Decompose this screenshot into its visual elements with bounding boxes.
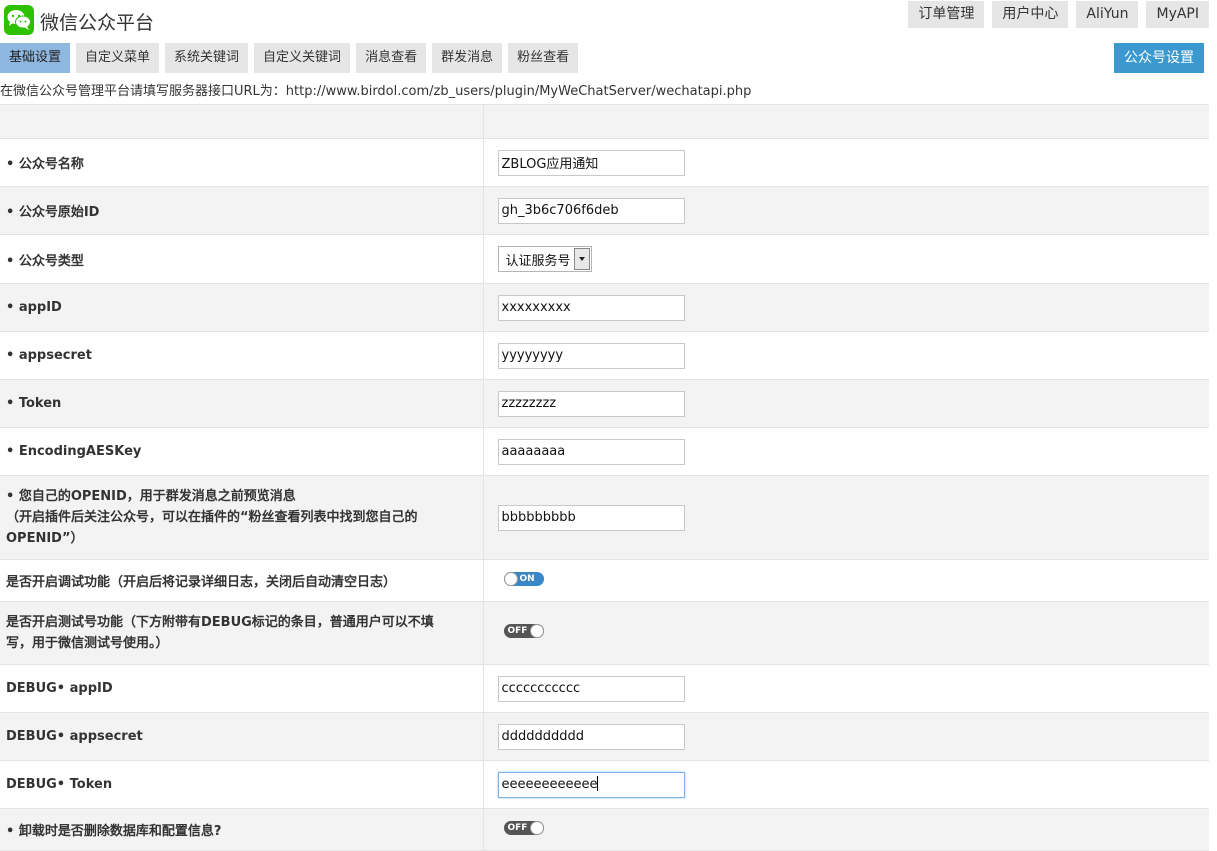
- uninstall-delete-state: OFF: [507, 822, 528, 833]
- tab-system-keywords[interactable]: 系统关键词: [165, 43, 249, 73]
- token-input[interactable]: [497, 390, 685, 417]
- form-row-openid: • 您自己的OPENID，用于群发消息之前预览消息 （开启插件后关注公众号，可以…: [0, 475, 1209, 560]
- tab-basic-settings[interactable]: 基础设置: [0, 43, 71, 73]
- debug-mode-state: OFF: [507, 626, 528, 636]
- debug-app-secret-input[interactable]: [497, 723, 685, 750]
- form-header-label-cell: [0, 104, 484, 139]
- chevron-down-icon[interactable]: [573, 248, 590, 270]
- account-name-input[interactable]: [497, 149, 685, 176]
- toggle-knob: [503, 571, 518, 586]
- header: 微信公众平台 订单管理 用户中心 AliYun MyAPI: [0, 0, 1217, 42]
- server-url-note: 在微信公众号管理平台请填写服务器接口URL为：http://www.birdol…: [0, 84, 752, 99]
- text-caret: [597, 775, 599, 791]
- tab-custom-keywords[interactable]: 自定义关键词: [254, 43, 351, 73]
- settings-form: • 公众号名称 • 公众号原始ID • 公众号类型 认证服务号 • appID …: [0, 104, 1209, 851]
- account-name-label: • 公众号名称: [0, 138, 484, 187]
- account-type-select[interactable]: 认证服务号: [497, 246, 592, 272]
- form-row-original-id: • 公众号原始ID: [0, 186, 1209, 235]
- debug-token-label: DEBUG• Token: [0, 760, 484, 809]
- debug-app-secret-label: DEBUG• appsecret: [0, 712, 484, 761]
- debug-log-toggle[interactable]: ON: [503, 571, 544, 586]
- original-id-input[interactable]: [497, 197, 685, 224]
- form-row-uninstall-delete: • 卸载时是否删除数据库和配置信息? OFF: [0, 808, 1209, 851]
- tab-bar: 基础设置 自定义菜单 系统关键词 自定义关键词 消息查看 群发消息 粉丝查看: [0, 43, 579, 73]
- debug-log-state: ON: [519, 573, 535, 584]
- aes-key-label: • EncodingAESKey: [0, 427, 484, 476]
- form-row-app-id: • appID: [0, 283, 1209, 332]
- top-nav: 订单管理 用户中心 AliYun MyAPI: [908, 1, 1209, 28]
- app-secret-input[interactable]: [497, 342, 685, 369]
- form-row-debug-log: 是否开启调试功能（开启后将记录详细日志，关闭后自动清空日志） ON: [0, 559, 1209, 602]
- original-id-label: • 公众号原始ID: [0, 186, 484, 235]
- form-header-row: [0, 104, 1209, 139]
- app-id-input[interactable]: [497, 294, 685, 321]
- openid-label-line2: （开启插件后关注公众号，可以在插件的“粉丝查看列表中找到您自己的: [6, 510, 418, 525]
- aes-key-input[interactable]: [497, 438, 685, 465]
- form-row-aes-key: • EncodingAESKey: [0, 427, 1209, 476]
- debug-mode-label-line2: 写，用于微信测试号使用。）: [6, 636, 169, 651]
- debug-app-id-input[interactable]: [497, 675, 685, 702]
- uninstall-delete-label: • 卸载时是否删除数据库和配置信息?: [0, 808, 484, 851]
- openid-label-line1: • 您自己的OPENID，用于群发消息之前预览消息: [6, 489, 296, 504]
- account-type-label: • 公众号类型: [0, 234, 484, 284]
- form-row-account-type: • 公众号类型 认证服务号: [0, 234, 1209, 284]
- openid-input[interactable]: [497, 504, 685, 531]
- uninstall-delete-toggle[interactable]: OFF: [503, 820, 544, 835]
- form-row-debug-app-id: DEBUG• appID: [0, 664, 1209, 713]
- tab-mass-message[interactable]: 群发消息: [432, 43, 503, 73]
- form-row-debug-token: DEBUG• Token eeeeeeeeeeee: [0, 760, 1209, 809]
- account-settings-button[interactable]: 公众号设置: [1114, 43, 1204, 73]
- debug-mode-label: 是否开启测试号功能（下方附带有DEBUG标记的条目，普通用户可以不填 写，用于微…: [0, 601, 484, 665]
- tab-followers[interactable]: 粉丝查看: [508, 43, 579, 73]
- top-nav-aliyun[interactable]: AliYun: [1076, 1, 1139, 28]
- debug-token-value: eeeeeeeeeeee: [501, 776, 598, 792]
- account-type-selected: 认证服务号: [505, 253, 571, 269]
- app-secret-label: • appsecret: [0, 331, 484, 380]
- form-row-debug-mode: 是否开启测试号功能（下方附带有DEBUG标记的条目，普通用户可以不填 写，用于微…: [0, 601, 1209, 665]
- form-header-value-cell: [483, 104, 1209, 139]
- openid-label-line3: OPENID”）: [6, 531, 84, 546]
- top-nav-myapi[interactable]: MyAPI: [1146, 1, 1209, 28]
- tab-custom-menu[interactable]: 自定义菜单: [76, 43, 160, 73]
- app-id-label: • appID: [0, 283, 484, 332]
- debug-app-id-label: DEBUG• appID: [0, 664, 484, 713]
- top-nav-user-center[interactable]: 用户中心: [992, 1, 1069, 28]
- app-title: 微信公众平台: [40, 12, 155, 34]
- form-row-debug-app-secret: DEBUG• appsecret: [0, 712, 1209, 761]
- debug-token-input[interactable]: eeeeeeeeeeee: [497, 771, 685, 798]
- wechat-logo-icon: [4, 5, 34, 35]
- debug-log-label: 是否开启调试功能（开启后将记录详细日志，关闭后自动清空日志）: [0, 559, 484, 602]
- toggle-knob: [529, 820, 544, 835]
- top-nav-orders[interactable]: 订单管理: [908, 1, 985, 28]
- form-row-app-secret: • appsecret: [0, 331, 1209, 380]
- debug-mode-label-line1: 是否开启测试号功能（下方附带有DEBUG标记的条目，普通用户可以不填: [6, 615, 434, 630]
- openid-label: • 您自己的OPENID，用于群发消息之前预览消息 （开启插件后关注公众号，可以…: [0, 475, 484, 560]
- form-row-account-name: • 公众号名称: [0, 138, 1209, 187]
- tab-messages[interactable]: 消息查看: [356, 43, 427, 73]
- token-label: • Token: [0, 379, 484, 428]
- form-row-token: • Token: [0, 379, 1209, 428]
- debug-mode-toggle[interactable]: OFF: [503, 624, 544, 638]
- toggle-knob: [529, 624, 544, 638]
